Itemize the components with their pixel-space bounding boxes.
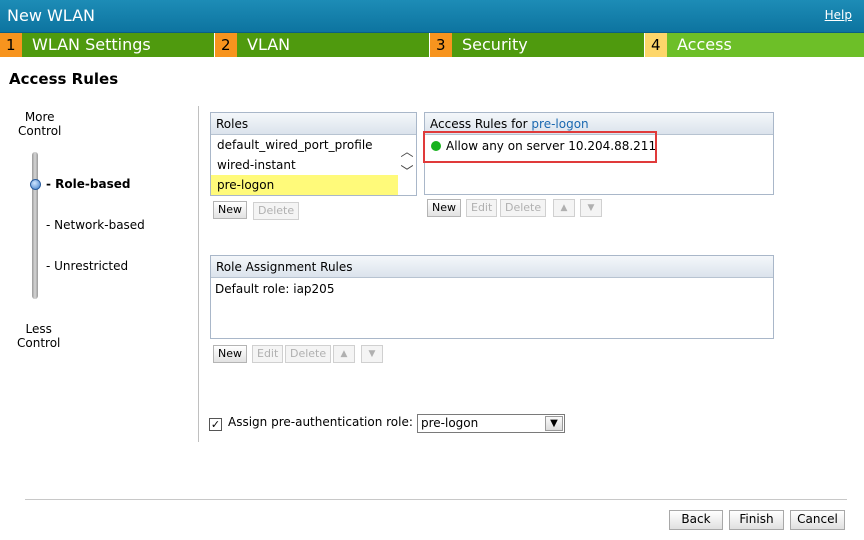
arrow-down-icon[interactable]: ▼ bbox=[580, 199, 602, 217]
step-label: Access bbox=[667, 33, 864, 57]
scroll-down-icon[interactable]: ﹀ bbox=[400, 163, 414, 183]
chevron-down-icon[interactable]: ▼ bbox=[545, 416, 563, 431]
arrow-up-icon[interactable]: ▲ bbox=[553, 199, 575, 217]
less-control-label: Less Control bbox=[17, 322, 60, 350]
less-control-line2: Control bbox=[17, 336, 61, 350]
step-vlan[interactable]: 2 VLAN bbox=[215, 33, 429, 57]
control-slider-thumb[interactable] bbox=[30, 179, 41, 190]
role-assignment-delete-button[interactable]: Delete bbox=[285, 345, 332, 363]
pre-auth-checkbox[interactable]: ✓ bbox=[209, 418, 222, 431]
cancel-button[interactable]: Cancel bbox=[790, 510, 845, 530]
pre-auth-role-value: pre-logon bbox=[421, 416, 479, 430]
access-rules-edit-button[interactable]: Edit bbox=[466, 199, 498, 217]
more-control-label: More Control bbox=[18, 110, 61, 138]
footer-divider bbox=[25, 499, 847, 500]
scroll-up-icon[interactable]: ︿ bbox=[400, 143, 414, 163]
step-number: 3 bbox=[430, 33, 452, 57]
step-wlan-settings[interactable]: 1 WLAN Settings bbox=[0, 33, 214, 57]
highlight-box bbox=[423, 131, 657, 163]
roles-delete-button[interactable]: Delete bbox=[253, 202, 300, 220]
control-slider-track[interactable] bbox=[32, 152, 38, 299]
role-assignment-edit-button[interactable]: Edit bbox=[252, 345, 284, 363]
access-rules-header-role: pre-logon bbox=[531, 117, 589, 131]
step-label: WLAN Settings bbox=[22, 33, 214, 57]
pre-auth-label: Assign pre-authentication role: bbox=[228, 415, 413, 429]
window-title: New WLAN bbox=[7, 6, 95, 25]
role-item-default-wired-port-profile[interactable]: default_wired_port_profile bbox=[211, 135, 416, 155]
section-title: Access Rules bbox=[9, 70, 119, 88]
finish-button[interactable]: Finish bbox=[729, 510, 784, 530]
step-security[interactable]: 3 Security bbox=[430, 33, 644, 57]
arrow-down-icon[interactable]: ▼ bbox=[361, 345, 383, 363]
role-item-pre-logon[interactable]: pre-logon bbox=[211, 175, 398, 195]
back-button[interactable]: Back bbox=[669, 510, 723, 530]
access-rules-new-button[interactable]: New bbox=[427, 199, 461, 217]
step-label: VLAN bbox=[237, 33, 429, 57]
role-assignment-header: Role Assignment Rules bbox=[211, 256, 773, 278]
step-number: 2 bbox=[215, 33, 237, 57]
role-assignment-panel: Role Assignment Rules Default role: iap2… bbox=[210, 255, 774, 339]
vertical-divider bbox=[198, 106, 199, 442]
level-role-based[interactable]: - Role-based bbox=[46, 177, 130, 191]
less-control-line1: Less bbox=[25, 322, 52, 336]
roles-panel: Roles default_wired_port_profile wired-i… bbox=[210, 112, 417, 196]
help-link[interactable]: Help bbox=[825, 8, 852, 22]
access-rules-header-prefix: Access Rules for bbox=[430, 117, 532, 131]
role-assignment-row[interactable]: Default role: iap205 bbox=[211, 278, 773, 298]
step-number: 1 bbox=[0, 33, 22, 57]
wizard-steps: 1 WLAN Settings 2 VLAN 3 Security 4 Acce… bbox=[0, 33, 864, 57]
step-number: 4 bbox=[645, 33, 667, 57]
more-control-line1: More bbox=[24, 110, 55, 124]
pre-auth-row: ✓ Assign pre-authentication role: bbox=[209, 415, 413, 431]
level-unrestricted[interactable]: - Unrestricted bbox=[46, 259, 128, 273]
arrow-up-icon[interactable]: ▲ bbox=[333, 345, 355, 363]
access-rules-delete-button[interactable]: Delete bbox=[500, 199, 547, 217]
level-network-based[interactable]: - Network-based bbox=[46, 218, 145, 232]
roles-scrollbar[interactable]: ︿ ﹀ bbox=[400, 143, 414, 183]
roles-new-button[interactable]: New bbox=[213, 201, 247, 219]
more-control-line2: Control bbox=[18, 124, 62, 138]
pre-auth-role-select[interactable]: pre-logon ▼ bbox=[417, 414, 565, 433]
title-bar: New WLAN Help bbox=[0, 0, 864, 33]
role-item-wired-instant[interactable]: wired-instant bbox=[211, 155, 416, 175]
step-access[interactable]: 4 Access bbox=[645, 33, 864, 57]
step-label: Security bbox=[452, 33, 644, 57]
role-assignment-new-button[interactable]: New bbox=[213, 345, 247, 363]
roles-header: Roles bbox=[211, 113, 416, 135]
